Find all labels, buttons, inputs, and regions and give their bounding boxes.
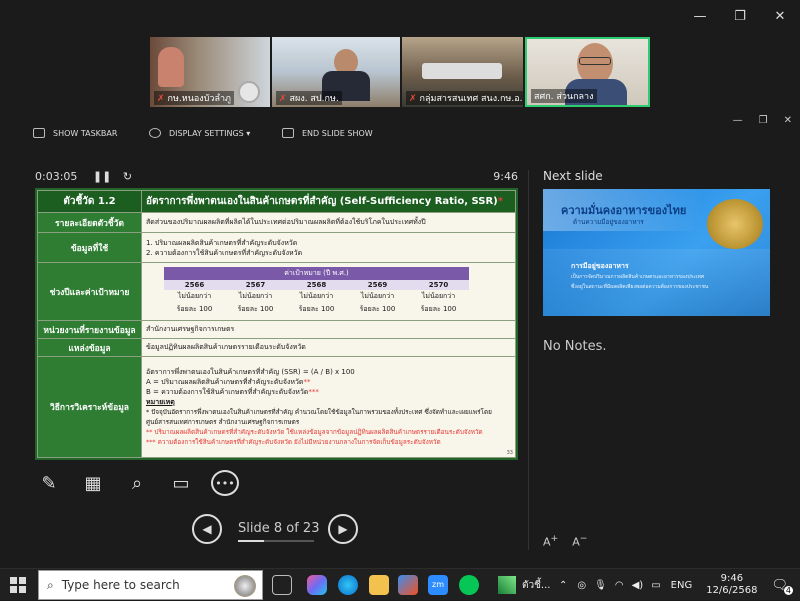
participant-name: ✗ กษ.หนองบัวลำภู [154, 91, 234, 105]
system-tray: ⌃ ◎ 🎙 ◠ ◀) ▭ ENG 9:46 12/6/2568 🗨 4 [559, 569, 800, 601]
slide-counter: Slide 8 of 23 [238, 521, 320, 536]
participant-video-2[interactable]: ✗ สผง. สป.กษ. [272, 37, 400, 107]
chevron-up-icon[interactable]: ⌃ [559, 580, 567, 591]
copilot-icon[interactable] [307, 575, 327, 595]
target-header: ค่าเป้าหมาย (ปี พ.ศ.) [164, 267, 469, 280]
battery-icon[interactable]: ▭ [651, 580, 660, 591]
panel-divider[interactable] [528, 170, 529, 550]
minimize-icon[interactable]: — [680, 0, 720, 32]
detail-label: รายละเอียดตัวชี้วัด [37, 212, 142, 233]
mic-muted-icon: ✗ [157, 94, 165, 104]
chart-app-icon [498, 576, 516, 594]
pause-icon[interactable]: ❚❚ [93, 170, 111, 183]
store-icon[interactable] [398, 575, 418, 595]
presenter-tools: ✎ ▦ ⌕ ▭ ••• [35, 470, 245, 496]
speaker-notes[interactable]: No Notes. [543, 339, 607, 354]
slide-grid-icon[interactable]: ▦ [79, 470, 107, 496]
next-slide-heading: Next slide [543, 169, 603, 183]
taskbar-clock[interactable]: 9:46 12/6/2568 [706, 573, 757, 597]
next-slide-point-title: การมีอยู่ของอาหาร [571, 262, 629, 270]
taskbar-active-app[interactable]: ตัวชี้... [498, 576, 550, 594]
elapsed-time: 0:03:05 [35, 170, 78, 183]
data-value: 1. ปริมาณผลผลิตสินค้าเกษตรที่สำคัญระดับจ… [141, 232, 516, 263]
show-taskbar-button[interactable]: SHOW TASKBAR [33, 128, 117, 138]
slide-progress [238, 540, 314, 542]
zoom-app-icon[interactable]: zm [428, 575, 448, 595]
maximize-icon[interactable]: ❐ [720, 0, 760, 32]
close-icon[interactable]: ✕ [760, 0, 800, 32]
next-slide-preview[interactable]: ความมั่นคงอาหารของไทย ด้านความมีอยู่ของอ… [543, 189, 770, 316]
slide-navigation: ◀ Slide 8 of 23 ▶ [192, 512, 362, 546]
current-slide: ตัวชี้วัด 1.2 อัตราการพึ่งพาตนเองในสินค้… [35, 188, 518, 460]
source-label: แหล่งข้อมูล [37, 338, 142, 357]
restart-icon[interactable]: ↻ [123, 170, 132, 183]
indicator-title: อัตราการพึ่งพาตนเองในสินค้าเกษตรที่สำคัญ… [141, 190, 516, 213]
detail-value: สัดส่วนของปริมาณผลผลิตที่ผลิตได้ในประเทศ… [141, 212, 516, 233]
microphone-icon[interactable]: 🎙 [594, 580, 607, 591]
screen-icon[interactable]: ▭ [167, 470, 195, 496]
next-slide-button[interactable]: ▶ [328, 514, 358, 544]
language-indicator[interactable]: ENG [671, 580, 693, 591]
presenter-toolbar: SHOW TASKBAR DISPLAY SETTINGS ▾ END SLID… [0, 124, 800, 144]
taskbar-search-box[interactable]: ⌕ Type here to search [38, 570, 263, 600]
page-number: 33 [506, 450, 513, 456]
target-table-cell: ค่าเป้าหมาย (ปี พ.ศ.) 2566 2567 2568 256… [141, 262, 516, 321]
mic-muted-icon: ✗ [409, 94, 417, 104]
agency-value: สำนักงานเศรษฐกิจการเกษตร [141, 320, 516, 339]
target-table: ค่าเป้าหมาย (ปี พ.ศ.) 2566 2567 2568 256… [164, 267, 469, 316]
method-value: อัตราการพึ่งพาตนเองในสินค้าเกษตรที่สำคัญ… [141, 356, 516, 458]
end-slide-show-button[interactable]: END SLIDE SHOW [282, 128, 373, 138]
increase-font-icon[interactable]: A+ [543, 533, 558, 549]
next-slide-subtitle: ด้านความมีอยู่ของอาหาร [573, 218, 644, 226]
windows-taskbar: ⌕ Type here to search zm ตัวชี้... ⌃ ◎ 🎙… [0, 568, 800, 600]
rice-field-image [707, 199, 763, 249]
indicator-label: ตัวชี้วัด 1.2 [37, 190, 142, 213]
pen-icon[interactable]: ✎ [35, 470, 63, 496]
search-highlight-icon [234, 575, 256, 597]
more-options-icon[interactable]: ••• [211, 470, 239, 496]
speaker-icon[interactable]: ◀) [632, 580, 644, 591]
method-label: วิธีการวิเคราะห์ข้อมูล [37, 356, 142, 458]
participant-video-3[interactable]: ✗ กลุ่มสารสนเทศ สนง.กษ.อ... [402, 37, 523, 107]
display-settings-button[interactable]: DISPLAY SETTINGS ▾ [149, 128, 250, 138]
decrease-font-icon[interactable]: A− [572, 533, 587, 549]
participant-name: ✗ กลุ่มสารสนเทศ สนง.กษ.อ... [406, 91, 523, 105]
source-value: ข้อมูลปฏิทินผลผลิตสินค้าเกษตรรายเดือนระด… [141, 338, 516, 357]
notifications-icon[interactable]: 🗨 4 [771, 578, 793, 595]
search-icon: ⌕ [47, 577, 54, 592]
file-explorer-icon[interactable] [369, 575, 389, 595]
period-label: ช่วงปีและค่าเป้าหมาย [37, 262, 142, 321]
participant-name: ✗ สผง. สป.กษ. [276, 91, 342, 105]
end-show-icon [282, 128, 294, 138]
previous-slide-button[interactable]: ◀ [192, 514, 222, 544]
edge-icon[interactable] [338, 575, 358, 595]
clock-time: 9:46 [493, 170, 518, 183]
agency-label: หน่วยงานที่รายงานข้อมูล [37, 320, 142, 339]
participant-video-1[interactable]: ✗ กษ.หนองบัวลำภู [150, 37, 270, 107]
notes-font-controls: A+ A− [543, 533, 587, 549]
data-label: ข้อมูลที่ใช้ [37, 232, 142, 263]
timer-bar: 0:03:05 ❚❚ ↻ 9:46 [35, 170, 518, 184]
camera-icon[interactable]: ◎ [577, 580, 586, 591]
window-controls: — ❐ ✕ [680, 0, 800, 32]
task-view-icon[interactable] [272, 575, 292, 595]
slide-progress-fill [238, 540, 265, 542]
taskbar-icon [33, 128, 45, 138]
wifi-icon[interactable]: ◠ [615, 580, 624, 591]
windows-start-icon[interactable] [10, 577, 26, 593]
participant-video-4-active[interactable]: สศก. ส่วนกลาง [525, 37, 650, 107]
participant-name: สศก. ส่วนกลาง [531, 89, 597, 103]
gear-icon [149, 128, 161, 138]
mic-muted-icon: ✗ [279, 94, 287, 104]
zoom-icon[interactable]: ⌕ [123, 470, 151, 496]
line-app-icon[interactable] [459, 575, 479, 595]
